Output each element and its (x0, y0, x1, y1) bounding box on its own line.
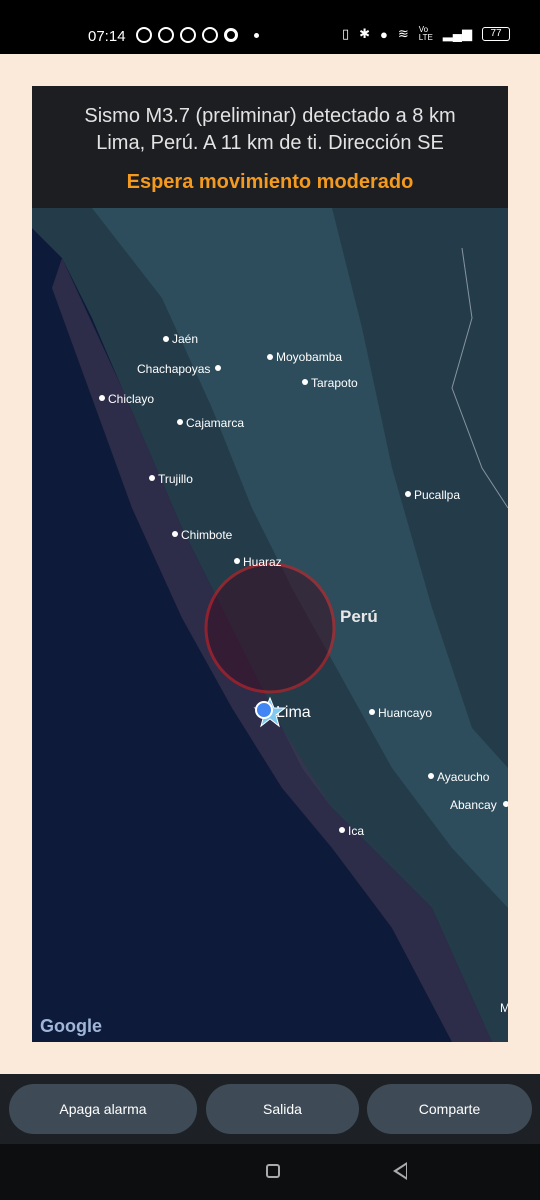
bluetooth-icon: ✱ (359, 26, 371, 41)
city-label-jaen: Jaén (172, 332, 198, 346)
city-label-moyobamba: Moyobamba (276, 350, 342, 364)
alert-header: Sismo M3.7 (preliminar) detectado a 8 km… (32, 86, 508, 208)
city-label-huancayo: Huancayo (378, 706, 432, 720)
city-huancayo[interactable]: Huancayo (369, 706, 432, 720)
city-label-cajamarca: Cajamarca (186, 416, 244, 430)
city-chachapoyas[interactable]: Chachapoyas (137, 362, 221, 376)
city-label-ayacucho: Ayacucho (437, 770, 490, 784)
city-chimbote[interactable]: Chimbote (172, 528, 233, 542)
city-label-lima: Lima (276, 704, 311, 721)
city-pucallpa[interactable]: Pucallpa (405, 488, 460, 502)
navigation-bar (0, 1144, 540, 1200)
notification-icons (136, 27, 259, 43)
stop-alarm-button[interactable]: Apaga alarma (9, 1084, 197, 1134)
city-label-chiclayo: Chiclayo (108, 392, 154, 406)
back-icon (397, 1165, 406, 1177)
vibrate-icon: ▯ (341, 26, 350, 41)
city-cajamarca[interactable]: Cajamarca (177, 416, 244, 430)
alert-message-line1: Sismo M3.7 (preliminar) detectado a 8 km (84, 105, 456, 127)
action-bar: Apaga alarma Salida Comparte (0, 1074, 540, 1144)
map-canvas[interactable]: Jaén Moyobamba Chachapoyas Tarapoto Chic… (32, 208, 508, 1042)
facebook-icon (202, 27, 218, 43)
alert-message-line2: Lima, Perú. A 11 km de ti. Dirección SE (96, 132, 444, 154)
city-label-huaraz: Huaraz (243, 555, 282, 569)
city-chiclayo[interactable]: Chiclayo (99, 392, 154, 406)
city-label-chachapoyas: Chachapoyas (137, 362, 210, 376)
facebook-icon (158, 27, 174, 43)
city-label-tarapoto: Tarapoto (311, 376, 358, 390)
dot-icon (254, 32, 259, 38)
volte-icon: Vo LTE (418, 25, 433, 42)
recents-button[interactable] (266, 1164, 280, 1178)
epicenter-ring[interactable] (204, 562, 336, 694)
city-label-pucallpa: Pucallpa (414, 488, 460, 502)
alert-warning: Espera movimiento moderado (126, 171, 414, 193)
user-location-icon[interactable] (255, 701, 273, 719)
system-icons: ▯ ✱ ● ≋ Vo LTE ▂▄▆ 77 (342, 26, 510, 42)
city-moyobamba[interactable]: Moyobamba (267, 350, 342, 364)
city-ayacucho[interactable]: Ayacucho (428, 770, 490, 784)
target-icon (180, 27, 196, 43)
city-label-ica: Ica (348, 824, 364, 838)
city-label-trujillo: Trujillo (158, 472, 193, 486)
city-label-abancay: Abancay (450, 798, 497, 812)
country-label: Perú (340, 607, 378, 626)
app-a-icon (224, 28, 238, 42)
earthquake-alert-card: Sismo M3.7 (preliminar) detectado a 8 km… (32, 86, 508, 1042)
exit-button[interactable]: Salida (206, 1084, 359, 1134)
wifi-icon: ≋ (397, 26, 409, 41)
status-time: 07:14 (88, 28, 126, 45)
city-label-chimbote: Chimbote (181, 528, 233, 542)
status-bar: 07:14 ▯ ✱ ● ≋ Vo LTE ▂▄▆ 77 (0, 0, 540, 54)
whatsapp-icon (136, 27, 152, 43)
epicenter-map[interactable]: Jaén Moyobamba Chachapoyas Tarapoto Chic… (32, 208, 508, 1042)
share-button[interactable]: Comparte (367, 1084, 532, 1134)
battery-icon: 77 (482, 27, 510, 41)
google-attribution: Google (40, 1016, 102, 1036)
map-edge-label: M (500, 1001, 508, 1015)
signal-icon: ▂▄▆ (442, 26, 472, 41)
location-icon: ● (380, 26, 388, 42)
city-tarapoto[interactable]: Tarapoto (302, 376, 358, 390)
